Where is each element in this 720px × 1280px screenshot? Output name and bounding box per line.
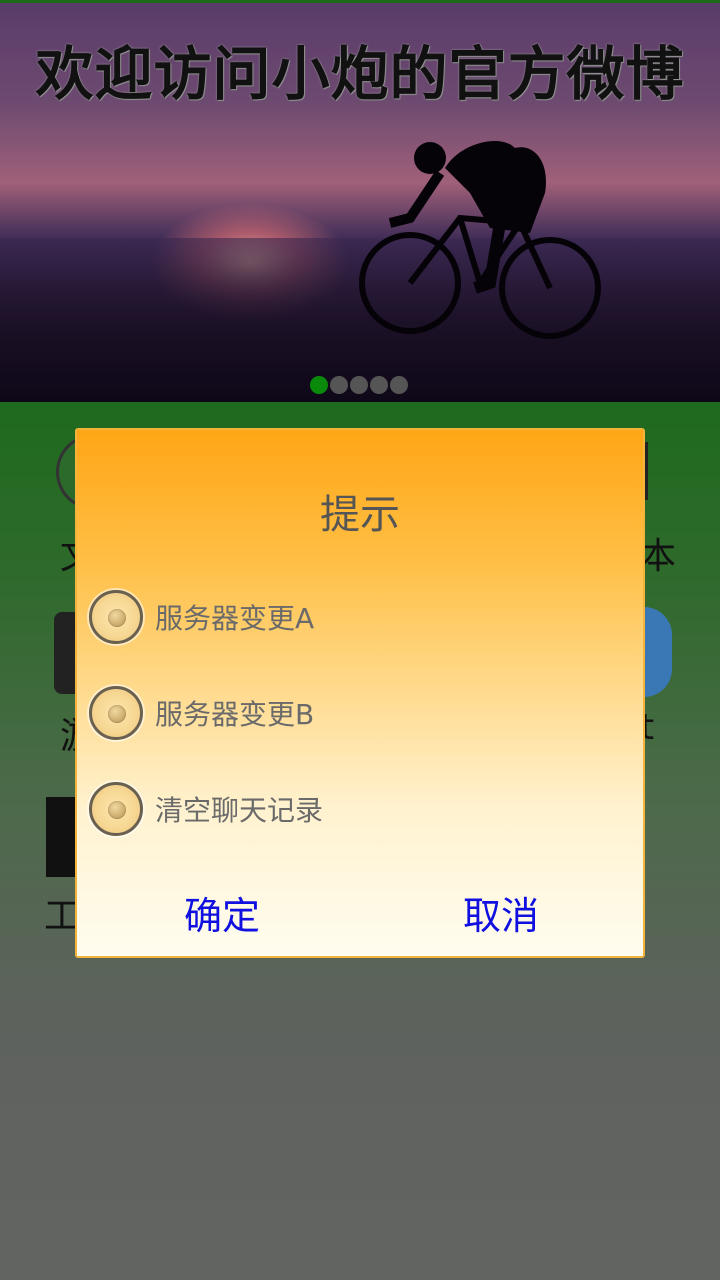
radio-dot bbox=[108, 705, 126, 723]
option-clear-chat[interactable]: 清空聊天记录 bbox=[89, 777, 629, 841]
choice-dialog: 提示 服务器变更A 服务器变更B 清空聊天记录 确定 取消 bbox=[75, 428, 645, 958]
option-server-a[interactable]: 服务器变更A bbox=[89, 585, 629, 649]
radio-dot bbox=[108, 801, 126, 819]
dialog-title: 提示 bbox=[320, 492, 400, 538]
option-server-b[interactable]: 服务器变更B bbox=[89, 681, 629, 745]
cancel-button[interactable]: 取消 bbox=[401, 885, 601, 940]
radio-button[interactable] bbox=[89, 686, 143, 740]
radio-button[interactable] bbox=[89, 782, 143, 836]
radio-button[interactable] bbox=[89, 590, 143, 644]
option-label: 清空聊天记录 bbox=[155, 794, 324, 827]
option-label: 服务器变更B bbox=[155, 698, 315, 731]
radio-dot bbox=[108, 609, 126, 627]
option-label: 服务器变更A bbox=[155, 602, 315, 635]
confirm-button[interactable]: 确定 bbox=[122, 885, 322, 940]
